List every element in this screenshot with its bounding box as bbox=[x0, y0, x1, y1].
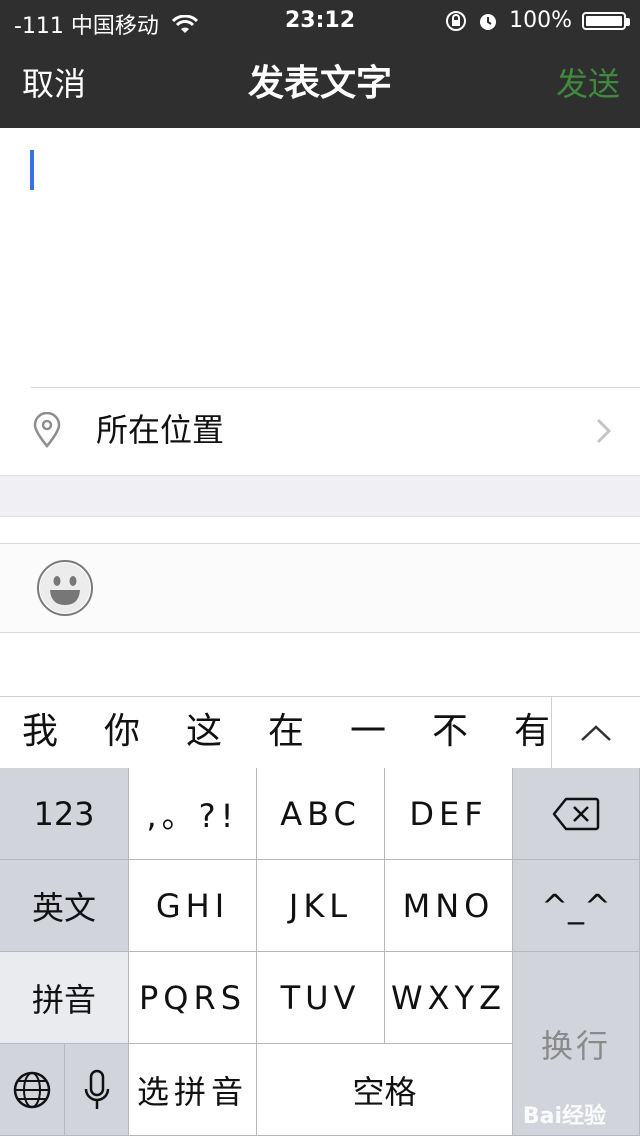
status-right: 100% bbox=[445, 8, 630, 33]
key-microphone[interactable] bbox=[65, 1044, 129, 1136]
microphone-icon bbox=[84, 1069, 109, 1109]
key-def[interactable]: DEF bbox=[385, 768, 513, 860]
return-label: 换行 bbox=[540, 1026, 611, 1065]
key-ghi[interactable]: GHI bbox=[129, 860, 257, 952]
chevron-up-icon bbox=[581, 725, 611, 741]
backspace-icon bbox=[552, 797, 600, 830]
post-text-area[interactable] bbox=[0, 128, 640, 386]
expand-candidates-button[interactable] bbox=[551, 697, 640, 769]
key-wxyz[interactable]: WXYZ bbox=[385, 952, 513, 1044]
key-english[interactable]: 英文 bbox=[0, 860, 129, 952]
key-abc[interactable]: ABC bbox=[257, 768, 385, 860]
text-caret bbox=[30, 150, 34, 190]
location-pin-icon bbox=[33, 412, 61, 448]
section-separator bbox=[0, 475, 640, 517]
key-pinyin[interactable]: 拼音 bbox=[0, 952, 129, 1044]
key-backspace[interactable] bbox=[513, 768, 640, 860]
key-punctuation[interactable]: ,。?! bbox=[129, 768, 257, 860]
key-select-pinyin[interactable]: 选拼音 bbox=[129, 1044, 257, 1136]
key-tuv[interactable]: TUV bbox=[257, 952, 385, 1044]
divider bbox=[0, 632, 640, 633]
key-pqrs[interactable]: PQRS bbox=[129, 952, 257, 1044]
alarm-icon bbox=[480, 13, 497, 30]
emoji-icon[interactable] bbox=[36, 559, 94, 617]
key-jkl[interactable]: JKL bbox=[257, 860, 385, 952]
top-bar: -111 中国移动 23:12 100% 取消 发表文字 发送 bbox=[0, 0, 640, 128]
battery-icon bbox=[582, 11, 630, 30]
candidate-item[interactable]: 我 bbox=[22, 707, 58, 757]
location-label: 所在位置 bbox=[96, 411, 225, 449]
key-globe[interactable] bbox=[0, 1044, 65, 1136]
emoji-toolbar bbox=[0, 544, 640, 632]
location-row[interactable]: 所在位置 bbox=[0, 388, 640, 474]
rotation-lock-icon bbox=[446, 10, 467, 31]
globe-icon bbox=[13, 1071, 51, 1108]
key-emoticon[interactable]: ^_^ bbox=[513, 860, 640, 952]
candidate-item[interactable]: 有 bbox=[514, 707, 550, 757]
candidate-item[interactable]: 不 bbox=[432, 707, 468, 757]
candidate-item[interactable]: 一 bbox=[350, 707, 386, 757]
send-button[interactable]: 发送 bbox=[556, 62, 620, 106]
candidate-bar: 我 你 这 在 一 不 有 bbox=[0, 696, 640, 769]
key-numbers[interactable]: 123 bbox=[0, 768, 129, 860]
chevron-right-icon bbox=[596, 418, 612, 444]
keyboard: 123 英文 拼音 ,。?! ABC DEF GHI JKL MNO PQRS … bbox=[0, 768, 640, 1136]
page-title: 发表文字 bbox=[247, 63, 392, 104]
candidate-item[interactable]: 这 bbox=[186, 707, 222, 757]
battery-percent: 100% bbox=[509, 8, 572, 33]
candidate-item[interactable]: 在 bbox=[268, 707, 304, 757]
watermark: Bai经验 bbox=[522, 1104, 606, 1129]
candidate-item[interactable]: 你 bbox=[104, 707, 140, 757]
key-mno[interactable]: MNO bbox=[385, 860, 513, 952]
key-space[interactable]: 空格 bbox=[257, 1044, 513, 1136]
